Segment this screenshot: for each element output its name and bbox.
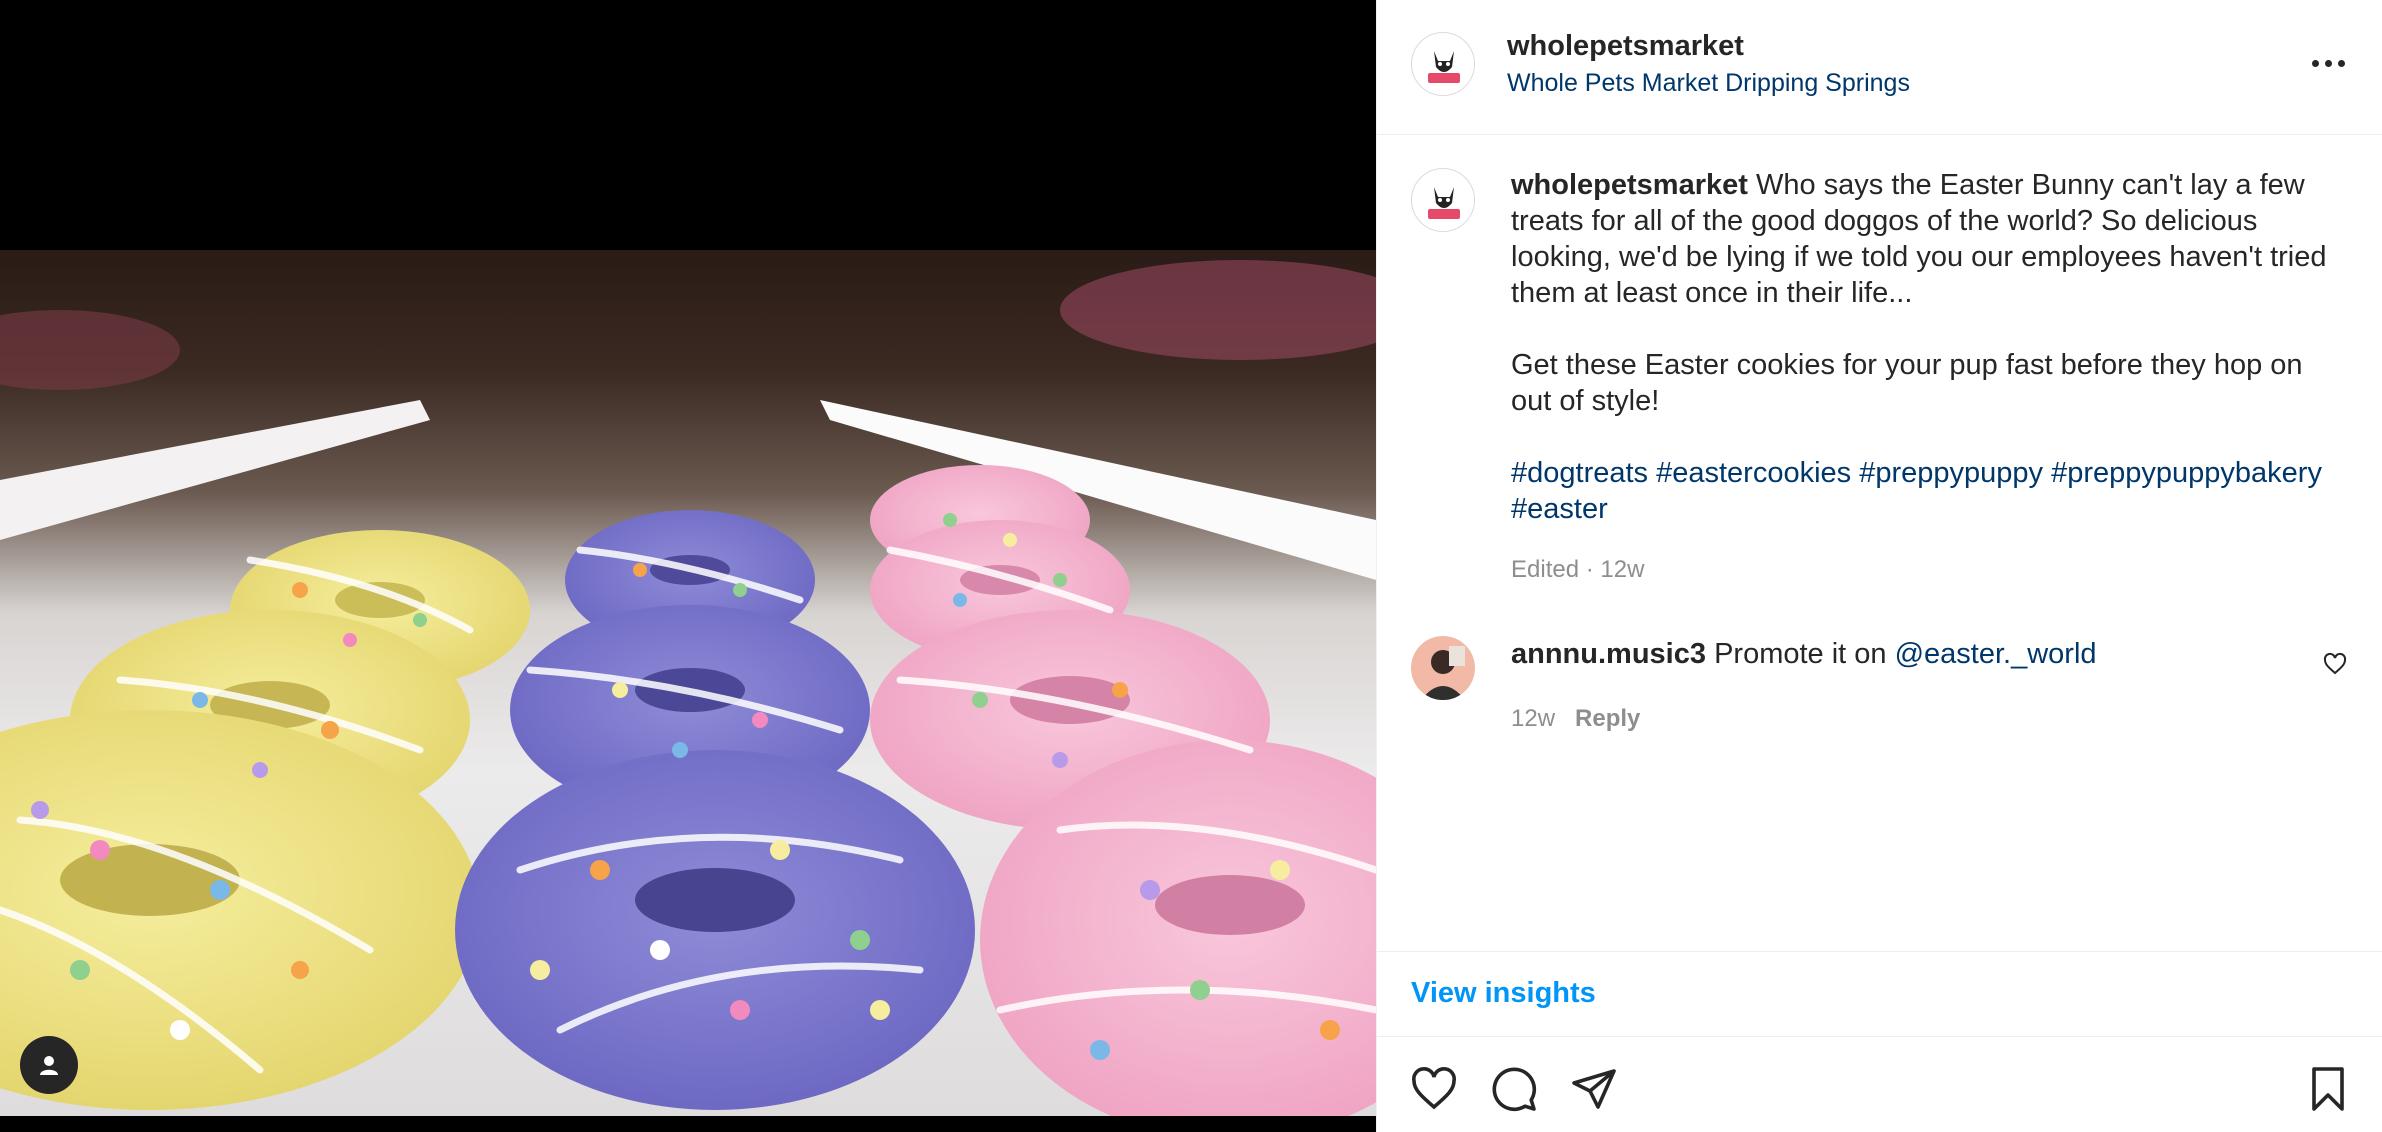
commenter-avatar[interactable]: [1411, 636, 1475, 700]
bookmark-icon: [2312, 1067, 2344, 1111]
caption-edited-label: Edited · 12w: [1511, 556, 1645, 583]
heart-icon: [1412, 1067, 1456, 1110]
like-button[interactable]: [1409, 1065, 1459, 1113]
heart-icon: [2323, 652, 2347, 675]
comment-age: 12w: [1511, 705, 1556, 732]
paper-plane-icon: [1572, 1069, 1616, 1109]
comment-username[interactable]: annnu.music3: [1511, 638, 1706, 670]
post-location[interactable]: Whole Pets Market Dripping Springs: [1507, 69, 1910, 98]
share-button[interactable]: [1569, 1065, 1619, 1113]
post-side-panel: wholepetsmarket Whole Pets Market Drippi…: [1376, 0, 2382, 1132]
comment-like-button[interactable]: [2323, 652, 2347, 676]
reply-button[interactable]: Reply: [1575, 705, 1640, 732]
caption-username[interactable]: wholepetsmarket: [1511, 169, 1748, 201]
comment-meta: 12w Reply: [1511, 705, 1640, 733]
account-avatar[interactable]: [1411, 32, 1475, 96]
more-horizontal-icon: [2311, 59, 2319, 67]
more-options-button[interactable]: [2305, 48, 2351, 78]
dog-logo-icon: [1414, 35, 1474, 95]
post-actions: [1377, 1037, 2382, 1132]
post-caption: wholepetsmarket Who says the Easter Bunn…: [1511, 167, 2331, 563]
post-photo[interactable]: [0, 250, 1376, 1116]
post-author-username[interactable]: wholepetsmarket: [1507, 30, 1744, 63]
post-header: wholepetsmarket Whole Pets Market Drippi…: [1377, 0, 2382, 135]
save-button[interactable]: [2303, 1065, 2353, 1113]
commenter-photo: [1411, 636, 1475, 700]
comment-mention[interactable]: @easter._world: [1895, 638, 2097, 670]
insights-bar: View insights: [1377, 951, 2382, 1037]
user-icon: [40, 1056, 58, 1075]
comment-bubble-icon: [1492, 1067, 1537, 1112]
caption-hashtags[interactable]: #dogtreats #eastercookies #preppypuppy #…: [1511, 455, 2331, 527]
comment-body: Promote it on: [1714, 638, 1895, 670]
post-media: [0, 0, 1376, 1132]
easter-cookies-image: [0, 260, 1376, 1116]
caption-text-2: Get these Easter cookies for your pup fa…: [1511, 349, 2303, 417]
caption-avatar[interactable]: [1411, 168, 1475, 232]
dog-logo-icon: [1414, 171, 1474, 231]
comment-button[interactable]: [1489, 1065, 1539, 1113]
tagged-users-button[interactable]: [20, 1036, 78, 1094]
view-insights-link[interactable]: View insights: [1411, 977, 1596, 1010]
comment: annnu.music3 Promote it on @easter._worl…: [1511, 636, 2271, 672]
